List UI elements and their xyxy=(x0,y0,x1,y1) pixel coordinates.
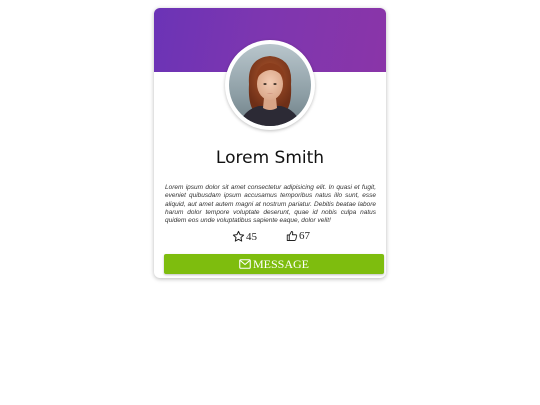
avatar-photo xyxy=(229,44,311,126)
thumbs-up-outline-icon xyxy=(286,231,298,241)
stars-stat[interactable]: 45 xyxy=(232,230,257,243)
likes-stat[interactable]: 67 xyxy=(286,230,310,242)
profile-stats: 45 67 xyxy=(154,230,386,244)
envelope-icon xyxy=(239,259,251,269)
profile-bio: Lorem ipsum dolor sit amet consectetur a… xyxy=(165,184,376,225)
message-button-label: MESSAGE xyxy=(252,256,309,271)
star-outline-icon xyxy=(232,230,245,242)
stars-count: 45 xyxy=(246,230,257,243)
avatar-frame xyxy=(225,40,315,130)
message-button[interactable]: MESSAGE xyxy=(164,254,384,274)
profile-card: Lorem Smith Lorem ipsum dolor sit amet c… xyxy=(154,8,386,278)
profile-name: Lorem Smith xyxy=(215,148,325,168)
likes-count: 67 xyxy=(299,230,310,242)
avatar xyxy=(229,44,311,126)
